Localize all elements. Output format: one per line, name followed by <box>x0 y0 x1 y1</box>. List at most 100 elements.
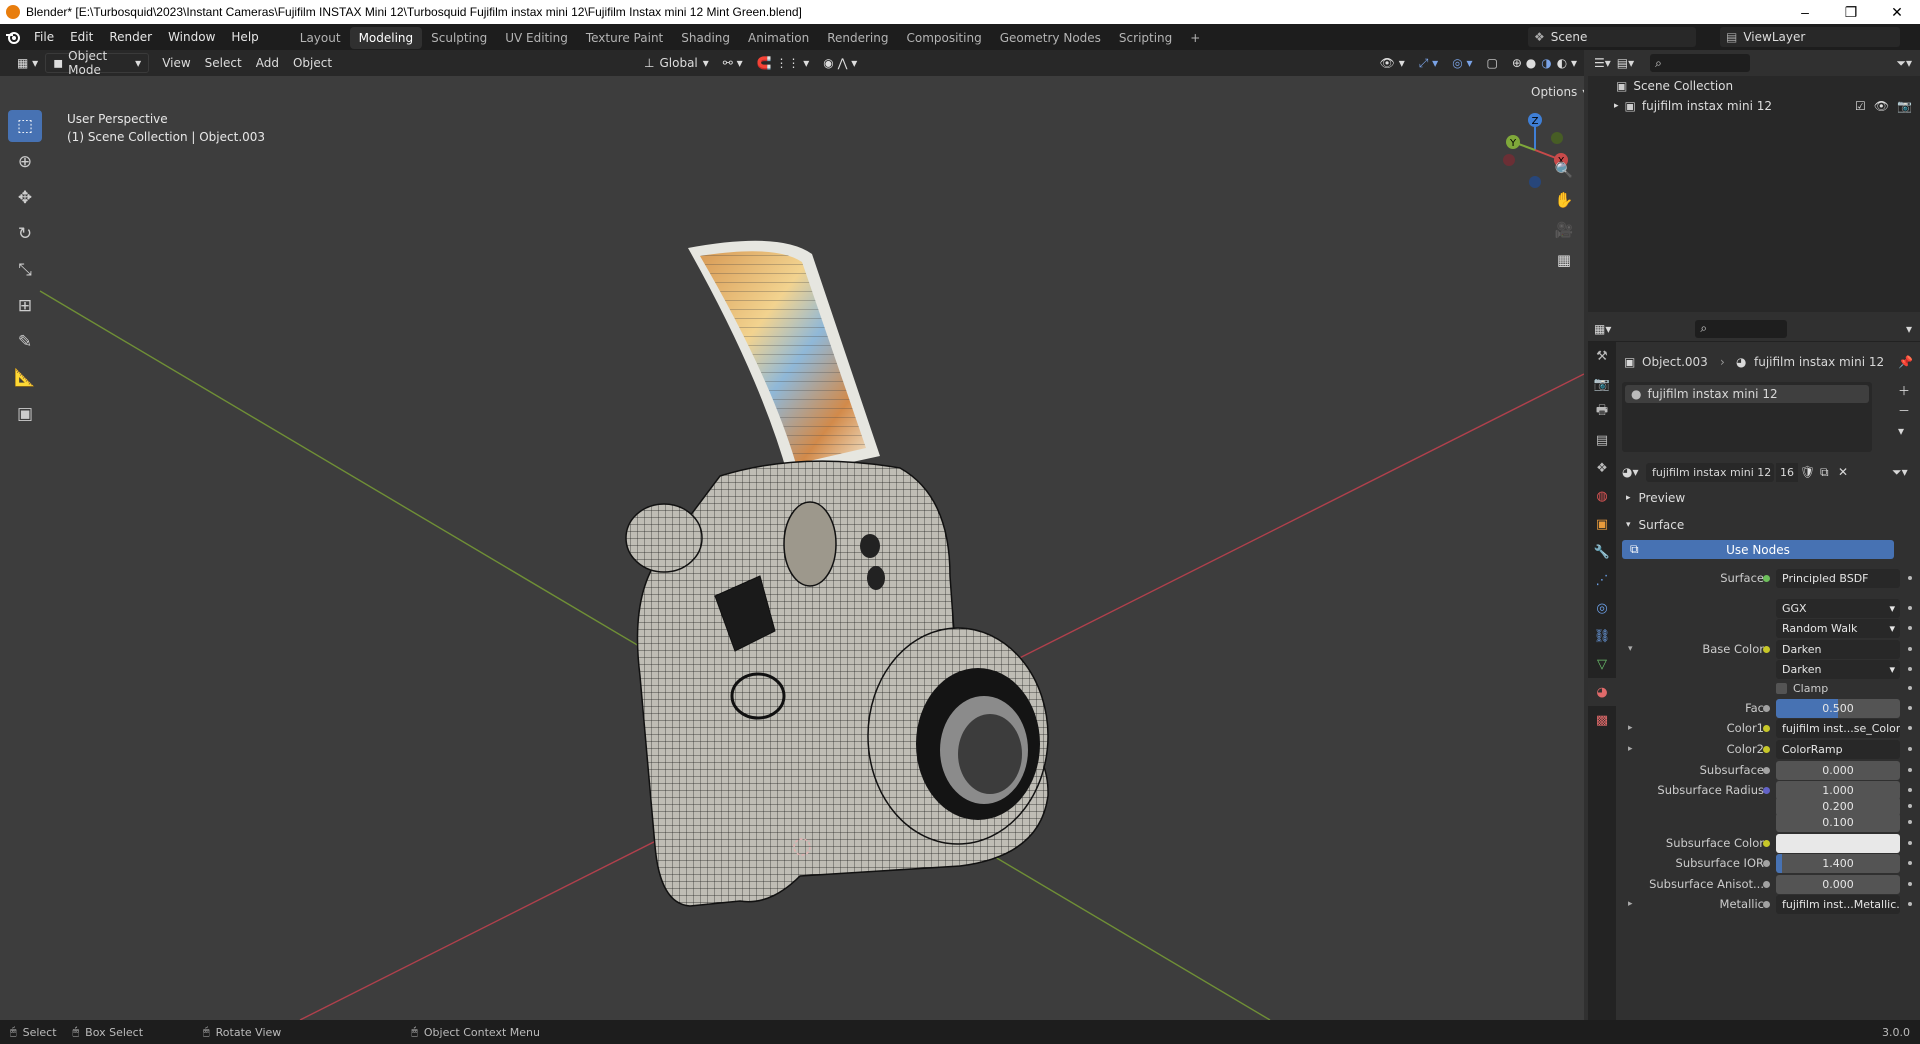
chevron-down-icon[interactable]: ▾ <box>1628 644 1633 654</box>
animate-property-icon[interactable] <box>1908 576 1912 580</box>
world-tab-icon[interactable]: ◍ <box>1588 482 1616 510</box>
overlay-toggle-button[interactable]: ◎ ▾ <box>1445 53 1479 73</box>
chevron-down-icon[interactable]: ▾ <box>1906 322 1912 336</box>
menu-edit[interactable]: Edit <box>62 24 101 50</box>
property-link-field[interactable]: Darken <box>1776 639 1900 659</box>
expand-arrow-icon[interactable]: ▸ <box>1614 101 1619 111</box>
output-tab-icon[interactable]: 🖶 <box>1588 398 1616 426</box>
unlink-icon[interactable]: ✕ <box>1838 465 1848 479</box>
viewport-canvas[interactable] <box>0 76 1584 1020</box>
filter-icon[interactable]: ⏷▾ <box>1896 56 1912 71</box>
material-users-count[interactable]: 16 <box>1776 462 1798 482</box>
property-dropdown[interactable]: Darken ▾ <box>1776 659 1900 679</box>
view-layer-tab-icon[interactable]: ▤ <box>1588 426 1616 454</box>
add-workspace-button[interactable]: + <box>1181 27 1209 49</box>
socket-icon[interactable] <box>1763 645 1770 653</box>
workspace-tab-scripting[interactable]: Scripting <box>1110 27 1181 49</box>
preview-panel-header[interactable]: ▸ Preview <box>1616 486 1920 510</box>
chevron-right-icon[interactable]: ▸ <box>1628 899 1633 909</box>
color-swatch[interactable] <box>1776 833 1900 853</box>
property-link-field[interactable]: fujifilm inst...Metallic.png <box>1776 894 1900 914</box>
display-mode-icon[interactable]: ▤▾ <box>1617 56 1634 70</box>
outliner-item[interactable]: ▸ ▣ fujifilm instax mini 12 ☑ 👁 📷 <box>1588 96 1920 116</box>
move-tool[interactable]: ✥ <box>8 182 42 214</box>
animate-property-icon[interactable] <box>1908 820 1912 824</box>
menu-render[interactable]: Render <box>101 24 160 50</box>
object-tab-icon[interactable]: ▣ <box>1588 510 1616 538</box>
property-dropdown[interactable]: Random Walk ▾ <box>1776 618 1900 638</box>
grid-perspective-icon[interactable]: ▦ <box>1552 248 1576 272</box>
property-number-field[interactable]: 0.000 <box>1776 874 1900 894</box>
socket-icon[interactable] <box>1763 766 1770 774</box>
property-link-field[interactable]: fujifilm inst...se_Color.pn <box>1776 718 1900 738</box>
animate-property-icon[interactable] <box>1908 841 1912 845</box>
annotate-tool[interactable]: ✎ <box>8 326 42 358</box>
close-button[interactable]: ✕ <box>1874 0 1920 24</box>
blender-logo-icon[interactable] <box>0 24 26 50</box>
options-dropdown[interactable]: Options ▾ <box>1524 82 1584 102</box>
render-camera-icon[interactable]: 📷 <box>1897 99 1912 113</box>
animate-property-icon[interactable] <box>1908 861 1912 865</box>
editor-type-icon[interactable]: ☰▾ <box>1594 56 1611 70</box>
data-tab-icon[interactable]: ▽ <box>1588 650 1616 678</box>
animate-property-icon[interactable] <box>1908 804 1912 808</box>
measure-tool[interactable]: 📐 <box>8 362 42 394</box>
menu-file[interactable]: File <box>26 24 62 50</box>
animate-property-icon[interactable] <box>1908 882 1912 886</box>
animate-property-icon[interactable] <box>1908 606 1912 610</box>
shading-modes[interactable]: ⊕ ● ◑ ◐ ▾ <box>1505 53 1584 73</box>
workspace-tab-modeling[interactable]: Modeling <box>349 27 423 49</box>
animate-property-icon[interactable] <box>1908 726 1912 730</box>
socket-icon[interactable] <box>1763 900 1770 908</box>
property-number-field[interactable]: 1.400 <box>1776 853 1900 873</box>
workspace-tab-geometry-nodes[interactable]: Geometry Nodes <box>991 27 1110 49</box>
visibility-button[interactable]: 👁 ▾ <box>1373 53 1412 73</box>
particles-tab-icon[interactable]: ⋰ <box>1588 566 1616 594</box>
menu-help[interactable]: Help <box>223 24 266 50</box>
orientation-dropdown[interactable]: ⊥ Global ▾ <box>637 53 716 73</box>
socket-icon[interactable] <box>1763 859 1770 867</box>
rotate-tool[interactable]: ↻ <box>8 218 42 250</box>
property-number-field[interactable]: 0.000 <box>1776 760 1900 780</box>
proportional-edit-button[interactable]: ◉ ⋀ ▾ <box>816 53 864 73</box>
cursor-tool[interactable]: ⊕ <box>8 146 42 178</box>
socket-icon[interactable] <box>1763 745 1770 753</box>
add-cube-tool[interactable]: ▣ <box>8 398 42 430</box>
property-link-field[interactable]: ColorRamp <box>1776 739 1900 759</box>
filter-icon[interactable]: ⏷▾ <box>1892 465 1908 480</box>
minimize-button[interactable]: – <box>1782 0 1828 24</box>
outliner-root[interactable]: ▣ Scene Collection <box>1588 76 1920 96</box>
workspace-tab-texture-paint[interactable]: Texture Paint <box>577 27 672 49</box>
properties-search-input[interactable]: ⌕ <box>1695 319 1788 338</box>
workspace-tab-sculpting[interactable]: Sculpting <box>422 27 496 49</box>
zoom-icon[interactable]: 🔍 <box>1552 158 1576 182</box>
viewport-menu-view[interactable]: View <box>155 53 197 73</box>
viewport-menu-select[interactable]: Select <box>198 53 249 73</box>
scale-tool[interactable]: ⤡ <box>8 254 42 286</box>
viewport-menu-add[interactable]: Add <box>249 53 286 73</box>
camera-mesh[interactable] <box>625 460 1049 907</box>
physics-tab-icon[interactable]: ◎ <box>1588 594 1616 622</box>
workspace-tab-shading[interactable]: Shading <box>672 27 739 49</box>
animate-property-icon[interactable] <box>1908 768 1912 772</box>
animate-property-icon[interactable] <box>1908 788 1912 792</box>
animate-property-icon[interactable] <box>1908 706 1912 710</box>
xray-toggle-button[interactable]: ▢ <box>1480 53 1505 73</box>
chevron-right-icon[interactable]: ▸ <box>1628 744 1633 754</box>
eye-icon[interactable]: 👁 <box>1874 99 1889 113</box>
editor-type-icon[interactable]: ▦▾ <box>1594 322 1611 336</box>
texture-tab-icon[interactable]: ▩ <box>1588 706 1616 734</box>
socket-icon[interactable] <box>1763 704 1770 712</box>
3d-viewport[interactable]: User Perspective (1) Scene Collection | … <box>0 76 1584 1020</box>
scene-tab-icon[interactable]: ❖ <box>1588 454 1616 482</box>
animate-property-icon[interactable] <box>1908 686 1912 690</box>
add-slot-icon[interactable]: ＋ <box>1898 382 1910 399</box>
transform-tool[interactable]: ⊞ <box>8 290 42 322</box>
mode-dropdown[interactable]: ◼ Object Mode ▾ <box>45 49 150 77</box>
animate-property-icon[interactable] <box>1908 747 1912 751</box>
property-number-field[interactable]: 0.100 <box>1776 812 1900 832</box>
workspace-tab-compositing[interactable]: Compositing <box>897 27 990 49</box>
pin-icon[interactable]: 📌 <box>1898 355 1913 369</box>
property-link-field[interactable]: Principled BSDF <box>1776 568 1900 588</box>
clamp-checkbox[interactable] <box>1776 682 1787 694</box>
